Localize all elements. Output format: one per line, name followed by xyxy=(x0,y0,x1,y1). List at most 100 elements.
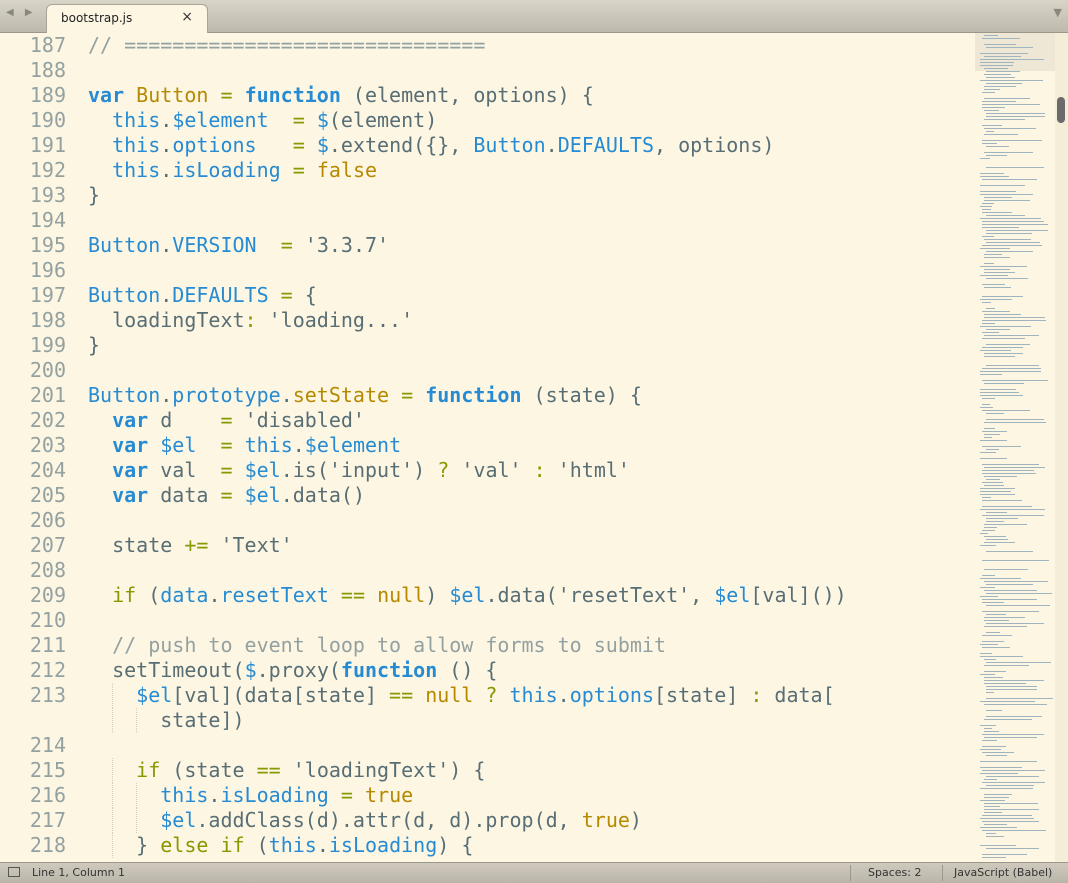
minimap-line xyxy=(984,731,999,732)
minimap-line xyxy=(982,473,1036,474)
code-line[interactable]: var Button = function (element, options)… xyxy=(88,83,975,108)
indent-guide xyxy=(136,808,138,833)
minimap-line xyxy=(986,230,1048,231)
line-number: 199 xyxy=(29,333,66,357)
indentation-setting[interactable]: Spaces: 2 xyxy=(868,866,921,879)
cursor-position[interactable]: Line 1, Column 1 xyxy=(32,866,125,879)
panel-toggle-icon[interactable] xyxy=(8,867,20,877)
minimap-line xyxy=(982,140,1042,141)
code-line[interactable]: state += 'Text' xyxy=(88,533,975,558)
minimap-line xyxy=(982,464,1039,465)
code-line[interactable]: setTimeout($.proxy(function () { xyxy=(88,658,975,683)
code-line[interactable]: // ============================== xyxy=(88,33,975,58)
minimap-line xyxy=(986,692,994,693)
minimap-line xyxy=(986,155,1007,156)
line-number: 209 xyxy=(29,583,66,607)
minimap-line xyxy=(982,347,1023,348)
line-number: 191 xyxy=(29,133,66,157)
minimap-line xyxy=(986,308,995,309)
minimap-line xyxy=(980,371,1041,372)
code-line[interactable]: var data = $el.data() xyxy=(88,483,975,508)
code-line[interactable]: // push to event loop to allow forms to … xyxy=(88,633,975,658)
code-line[interactable]: var $el = this.$element xyxy=(88,433,975,458)
minimap-line xyxy=(984,671,1006,672)
line-number: 198 xyxy=(29,308,66,332)
code-line[interactable]: if (data.resetText == null) $el.data('re… xyxy=(88,583,975,608)
minimap-line xyxy=(984,422,1046,423)
minimap-line xyxy=(982,320,1046,321)
minimap-line xyxy=(986,479,1000,480)
code-editor[interactable]: 187 188 189 190 191 192 193 194 195 196 197 198 199 2… xyxy=(0,33,975,862)
code-line[interactable]: $el.addClass(d).attr(d, d).prop(d, true) xyxy=(88,808,975,833)
code-line[interactable]: } xyxy=(88,333,975,358)
minimap-line xyxy=(986,836,1004,837)
code-line[interactable]: if (state == 'loadingText') { xyxy=(88,758,975,783)
minimap-line xyxy=(986,71,1020,72)
indent-guide xyxy=(136,708,138,733)
minimap-line xyxy=(980,158,990,159)
line-number: 203 xyxy=(29,433,66,457)
code-line[interactable]: Button.prototype.setState = function (st… xyxy=(88,383,975,408)
minimap-line xyxy=(984,659,996,660)
code-line[interactable] xyxy=(88,508,975,533)
tab-dropdown-icon[interactable]: ▼ xyxy=(1054,6,1062,19)
line-number: 216 xyxy=(29,783,66,807)
line-number: 202 xyxy=(29,408,66,432)
code-line[interactable]: this.$element = $(element) xyxy=(88,108,975,133)
minimap-line xyxy=(984,812,1002,813)
minimap-line xyxy=(986,698,1053,699)
code-line[interactable] xyxy=(88,358,975,383)
minimap-line xyxy=(980,80,1043,81)
minimap-line xyxy=(982,497,991,498)
tab-nav-arrows-icon[interactable]: ◀ ▶ xyxy=(6,7,37,18)
minimap-line xyxy=(986,848,1039,849)
minimap-line xyxy=(982,782,1045,783)
code-line[interactable] xyxy=(88,258,975,283)
syntax-selector[interactable]: JavaScript (Babel) xyxy=(954,866,1052,879)
minimap-line xyxy=(980,767,1022,768)
code-line[interactable] xyxy=(88,208,975,233)
minimap-line xyxy=(980,533,988,534)
minimap-line xyxy=(982,398,995,399)
minimap-line xyxy=(984,626,1027,627)
code-line[interactable]: } else if (this.isLoading) { xyxy=(88,833,975,858)
line-number: 192 xyxy=(29,158,66,182)
close-icon[interactable]: × xyxy=(181,9,193,25)
minimap-line xyxy=(984,797,1009,798)
code-line[interactable]: var val = $el.is('input') ? 'val' : 'htm… xyxy=(88,458,975,483)
indent-guide xyxy=(112,808,114,833)
code-line[interactable]: state]) xyxy=(88,708,975,733)
minimap-line xyxy=(980,53,1028,54)
code-line[interactable] xyxy=(88,608,975,633)
minimap-line xyxy=(984,89,1000,90)
code-line[interactable]: this.isLoading = false xyxy=(88,158,975,183)
code-line[interactable]: var d = 'disabled' xyxy=(88,408,975,433)
indent-guide xyxy=(112,833,114,858)
minimap-line xyxy=(982,296,1023,297)
minimap-line xyxy=(982,38,1020,39)
code-line[interactable]: this.options = $.extend({}, Button.DEFAU… xyxy=(88,133,975,158)
code-line[interactable] xyxy=(88,558,975,583)
code-line[interactable]: loadingText: 'loading...' xyxy=(88,308,975,333)
minimap-line xyxy=(980,773,1018,774)
minimap-line xyxy=(986,521,1004,522)
code-line[interactable]: $el[val](data[state] == null ? this.opti… xyxy=(88,683,975,708)
code-line[interactable]: Button.DEFAULTS = { xyxy=(88,283,975,308)
minimap-line xyxy=(980,491,1011,492)
code-line[interactable]: this.isLoading = true xyxy=(88,783,975,808)
minimap[interactable] xyxy=(975,33,1055,862)
code-line[interactable]: Button.VERSION = '3.3.7' xyxy=(88,233,975,258)
minimap-line xyxy=(982,224,1048,225)
minimap-line xyxy=(982,740,997,741)
code-line[interactable]: } xyxy=(88,183,975,208)
minimap-line xyxy=(984,779,997,780)
tab-bootstrap-js[interactable]: bootstrap.js × xyxy=(46,4,208,33)
code-area[interactable]: // ============================== var But… xyxy=(88,33,975,858)
minimap-line xyxy=(984,35,998,36)
code-line[interactable] xyxy=(88,58,975,83)
code-line[interactable] xyxy=(88,733,975,758)
minimap-line xyxy=(982,221,1044,222)
vertical-scrollbar[interactable] xyxy=(1055,33,1068,862)
minimap-line xyxy=(984,263,994,264)
scrollbar-thumb[interactable] xyxy=(1057,97,1065,123)
